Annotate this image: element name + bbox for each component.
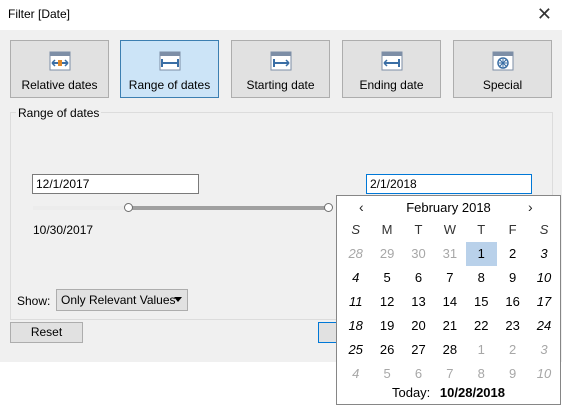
calendar-day[interactable]: 9 [497, 266, 528, 290]
range-slider-end-handle[interactable] [324, 203, 333, 212]
calendar-day[interactable]: 9 [497, 362, 528, 386]
calendar-day[interactable]: 4 [340, 266, 371, 290]
calendar-day[interactable]: 8 [466, 362, 497, 386]
weekday-header: W [443, 222, 456, 237]
calendar-day[interactable]: 25 [340, 338, 371, 362]
calendar-day[interactable]: 5 [371, 362, 402, 386]
calendar-day[interactable]: 1 [466, 338, 497, 362]
tab-ending-date[interactable]: Ending date [342, 40, 441, 98]
tab-label: Starting date [246, 78, 315, 92]
tab-label: Special [482, 78, 523, 92]
calendar-week-row: 11 12 13 14 15 16 17 [340, 290, 560, 314]
calendar-header: ‹ February 2018 › [337, 199, 560, 217]
calendar-day[interactable]: 14 [434, 290, 465, 314]
calendar-grid: SMTWTFS 28 29 30 31 1 2 3 4 5 6 7 8 9 10 11 12 13 14 15 16 1… [340, 218, 560, 386]
calendar-day[interactable]: 24 [528, 314, 559, 338]
calendar-day[interactable]: 4 [340, 362, 371, 386]
calendar-day[interactable]: 28 [434, 338, 465, 362]
title-bar: Filter [Date] ✕ [0, 0, 562, 30]
range-min-label: 10/30/2017 [33, 223, 94, 237]
calendar-day[interactable]: 18 [340, 314, 371, 338]
start-date-field[interactable]: 12/1/2017 [32, 174, 199, 194]
calendar-day[interactable]: 8 [466, 266, 497, 290]
tab-label: Range of dates [128, 78, 211, 92]
calendar-week-row: 4 5 6 7 8 9 10 [340, 362, 560, 386]
tab-range-of-dates[interactable]: Range of dates [120, 40, 219, 98]
calendar-day[interactable]: 26 [371, 338, 402, 362]
weekday-row: SMTWTFS [340, 218, 560, 242]
show-label: Show: [17, 294, 51, 308]
weekday-header: S [351, 222, 361, 237]
special-icon [492, 51, 514, 71]
window-title: Filter [Date] [8, 7, 71, 21]
ending-date-icon [381, 51, 403, 71]
calendar-day[interactable]: 11 [340, 290, 371, 314]
weekday-header: S [539, 222, 549, 237]
calendar-month: February [406, 200, 459, 215]
ok-button-partial[interactable] [318, 322, 338, 343]
calendar-day[interactable]: 15 [466, 290, 497, 314]
calendar-week-row: 28 29 30 31 1 2 3 [340, 242, 560, 266]
weekday-header: T [414, 222, 423, 237]
calendar-day[interactable]: 19 [371, 314, 402, 338]
range-slider-start-handle[interactable] [124, 203, 133, 212]
calendar-day[interactable]: 3 [528, 242, 559, 266]
range-slider-track[interactable] [33, 206, 330, 210]
calendar-day[interactable]: 13 [403, 290, 434, 314]
weekday-header: M [381, 222, 393, 237]
end-date-field[interactable]: 2/1/2018 [366, 174, 532, 194]
today-value: 10/28/2018 [439, 385, 505, 400]
calendar-day[interactable]: 5 [371, 266, 402, 290]
tab-label: Ending date [359, 78, 424, 92]
calendar-day[interactable]: 2 [497, 242, 528, 266]
calendar-day[interactable]: 7 [434, 266, 465, 290]
show-values-selected: Only Relevant Values [61, 293, 176, 307]
calendar-day[interactable]: 21 [434, 314, 465, 338]
calendar-day[interactable]: 22 [466, 314, 497, 338]
close-icon[interactable]: ✕ [537, 4, 552, 25]
tab-relative-dates[interactable]: Relative dates [10, 40, 109, 98]
calendar-day[interactable]: 17 [528, 290, 559, 314]
calendar-day[interactable]: 30 [403, 242, 434, 266]
calendar-day[interactable]: 31 [434, 242, 465, 266]
relative-dates-icon [49, 51, 71, 71]
calendar-week-row: 4 5 6 7 8 9 10 [340, 266, 560, 290]
calendar-month-year: February 2018 [337, 200, 560, 215]
calendar-day[interactable]: 16 [497, 290, 528, 314]
calendar-week-row: 25 26 27 28 1 2 3 [340, 338, 560, 362]
calendar-day[interactable]: 2 [497, 338, 528, 362]
calendar-day[interactable]: 1 [465, 242, 497, 266]
calendar-day[interactable]: 6 [403, 266, 434, 290]
range-slider-fill [128, 206, 330, 210]
tab-starting-date[interactable]: Starting date [231, 40, 330, 98]
calendar-day[interactable]: 12 [371, 290, 402, 314]
next-month-icon[interactable]: › [528, 199, 533, 215]
calendar-day[interactable]: 10 [528, 266, 559, 290]
range-of-dates-icon [159, 51, 181, 71]
reset-button[interactable]: Reset [10, 322, 83, 343]
calendar-day[interactable]: 7 [434, 362, 465, 386]
show-values-select[interactable]: Only Relevant Values [56, 289, 188, 311]
calendar-day[interactable]: 10 [528, 362, 559, 386]
weekday-header: T [477, 222, 486, 237]
calendar-week-row: 18 19 20 21 22 23 24 [340, 314, 560, 338]
tab-special[interactable]: Special [453, 40, 552, 98]
tab-label: Relative dates [21, 78, 98, 92]
calendar-day[interactable]: 27 [403, 338, 434, 362]
chevron-down-icon [174, 297, 182, 302]
date-picker-popup: ‹ February 2018 › SMTWTFS 28 29 30 31 1 2 3 4 5 6… [336, 195, 561, 405]
calendar-day[interactable]: 20 [403, 314, 434, 338]
today-footer[interactable]: Today: 10/28/2018 [337, 385, 560, 400]
calendar-day[interactable]: 29 [371, 242, 402, 266]
range-group-title: Range of dates [16, 106, 102, 120]
calendar-day[interactable]: 28 [340, 242, 371, 266]
calendar-day[interactable]: 23 [497, 314, 528, 338]
today-label: Today: [391, 385, 431, 400]
calendar-day[interactable]: 6 [403, 362, 434, 386]
calendar-year: 2018 [461, 200, 491, 215]
starting-date-icon [270, 51, 292, 71]
calendar-day[interactable]: 3 [528, 338, 559, 362]
weekday-header: F [508, 222, 517, 237]
